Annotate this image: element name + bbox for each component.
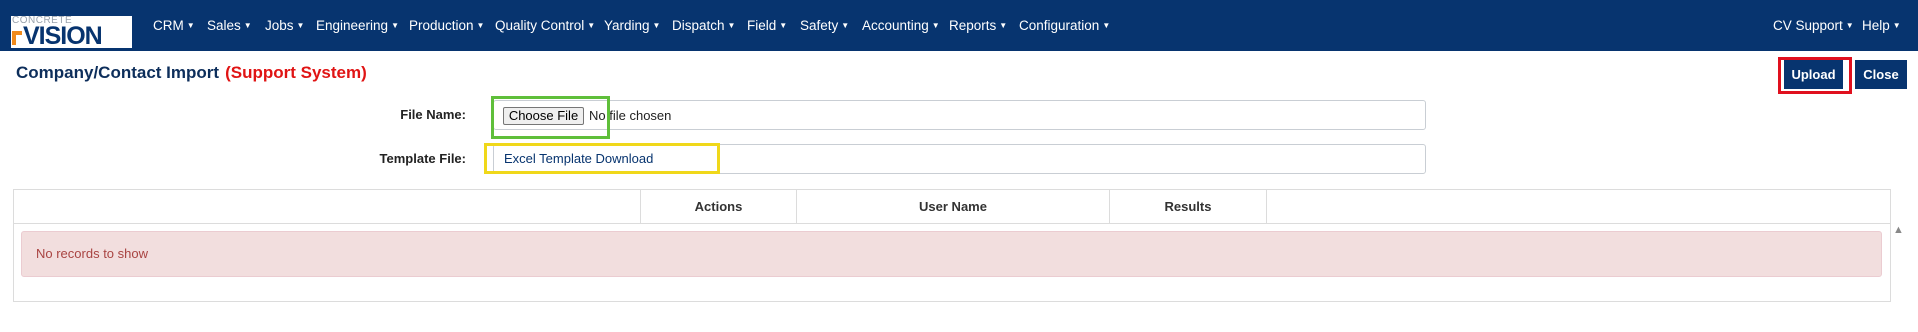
caret-down-icon: ▼ bbox=[391, 21, 399, 30]
nav-label: Accounting bbox=[862, 18, 929, 33]
column-header-blank bbox=[14, 190, 640, 223]
template-file-label: Template File: bbox=[379, 151, 466, 166]
page-title: Company/Contact Import (Support System) bbox=[16, 63, 367, 83]
logo-main-text: VISION bbox=[23, 22, 103, 50]
nav-item-reports[interactable]: Reports ▼ bbox=[949, 18, 1007, 33]
column-header-actions[interactable]: Actions bbox=[640, 190, 796, 223]
nav-item-accounting[interactable]: Accounting ▼ bbox=[862, 18, 940, 33]
grid-header: Actions User Name Results bbox=[14, 190, 1890, 224]
nav-label: CRM bbox=[153, 18, 184, 33]
caret-down-icon: ▼ bbox=[652, 21, 661, 30]
top-navbar: CONCRETE VISION CRM ▼ Sales ▼ Jobs ▼ Engine… bbox=[0, 0, 1918, 51]
concrete-vision-logo[interactable]: CONCRETE VISION bbox=[11, 15, 132, 50]
page-title-text: Company/Contact Import bbox=[16, 63, 220, 82]
caret-down-icon: ▼ bbox=[476, 21, 485, 30]
nav-item-crm[interactable]: CRM ▼ bbox=[153, 18, 195, 33]
caret-down-icon: ▼ bbox=[1102, 21, 1111, 30]
nav-item-sales[interactable]: Sales ▼ bbox=[207, 18, 252, 33]
no-records-message: No records to show bbox=[21, 231, 1882, 277]
file-name-label: File Name: bbox=[400, 107, 466, 122]
upload-highlight-box bbox=[1778, 57, 1852, 94]
nav-label: Safety bbox=[800, 18, 839, 33]
nav-item-cv-support[interactable]: CV Support ▼ bbox=[1773, 18, 1854, 33]
nav-label: Engineering bbox=[316, 18, 389, 33]
nav-label: Sales bbox=[207, 18, 241, 33]
nav-label: Quality Control bbox=[495, 18, 585, 33]
nav-label: Dispatch bbox=[672, 18, 725, 33]
nav-label: Jobs bbox=[265, 18, 294, 33]
nav-item-engineering[interactable]: Engineering ▼ bbox=[316, 18, 399, 33]
nav-label: Yarding bbox=[604, 18, 650, 33]
caret-down-icon: ▼ bbox=[587, 21, 596, 30]
nav-item-quality-control[interactable]: Quality Control ▼ bbox=[495, 18, 595, 33]
caret-down-icon: ▼ bbox=[999, 21, 1008, 30]
page-subtitle: (Support System) bbox=[225, 63, 367, 82]
scroll-up-icon[interactable]: ▲ bbox=[1893, 224, 1904, 236]
nav-item-field[interactable]: Field ▼ bbox=[747, 18, 787, 33]
caret-down-icon: ▼ bbox=[841, 21, 850, 30]
nav-item-yarding[interactable]: Yarding ▼ bbox=[604, 18, 660, 33]
nav-label: Configuration bbox=[1019, 18, 1100, 33]
nav-label: Field bbox=[747, 18, 777, 33]
caret-down-icon: ▼ bbox=[779, 21, 788, 30]
caret-down-icon: ▼ bbox=[186, 21, 195, 30]
nav-label: CV Support bbox=[1773, 18, 1843, 33]
choose-file-highlight-box bbox=[491, 96, 610, 139]
caret-down-icon: ▼ bbox=[243, 21, 252, 30]
template-link-highlight-box bbox=[484, 143, 720, 174]
caret-down-icon: ▼ bbox=[1845, 21, 1854, 30]
nav-label: Help bbox=[1862, 18, 1890, 33]
caret-down-icon: ▼ bbox=[296, 21, 305, 30]
close-button[interactable]: Close bbox=[1855, 60, 1907, 89]
nav-item-dispatch[interactable]: Dispatch ▼ bbox=[672, 18, 735, 33]
nav-item-jobs[interactable]: Jobs ▼ bbox=[265, 18, 304, 33]
column-header-extra bbox=[1266, 190, 1890, 223]
caret-down-icon: ▼ bbox=[1892, 21, 1901, 30]
nav-item-help[interactable]: Help ▼ bbox=[1862, 18, 1901, 33]
column-header-results[interactable]: Results bbox=[1109, 190, 1266, 223]
logo-mark-icon bbox=[12, 31, 22, 45]
nav-item-configuration[interactable]: Configuration ▼ bbox=[1019, 18, 1110, 33]
nav-item-production[interactable]: Production ▼ bbox=[409, 18, 484, 33]
results-grid: Actions User Name Results No records to … bbox=[13, 189, 1891, 302]
caret-down-icon: ▼ bbox=[931, 21, 940, 30]
column-header-user-name[interactable]: User Name bbox=[796, 190, 1109, 223]
nav-item-safety[interactable]: Safety ▼ bbox=[800, 18, 849, 33]
nav-label: Production bbox=[409, 18, 474, 33]
nav-label: Reports bbox=[949, 18, 997, 33]
caret-down-icon: ▼ bbox=[727, 21, 736, 30]
